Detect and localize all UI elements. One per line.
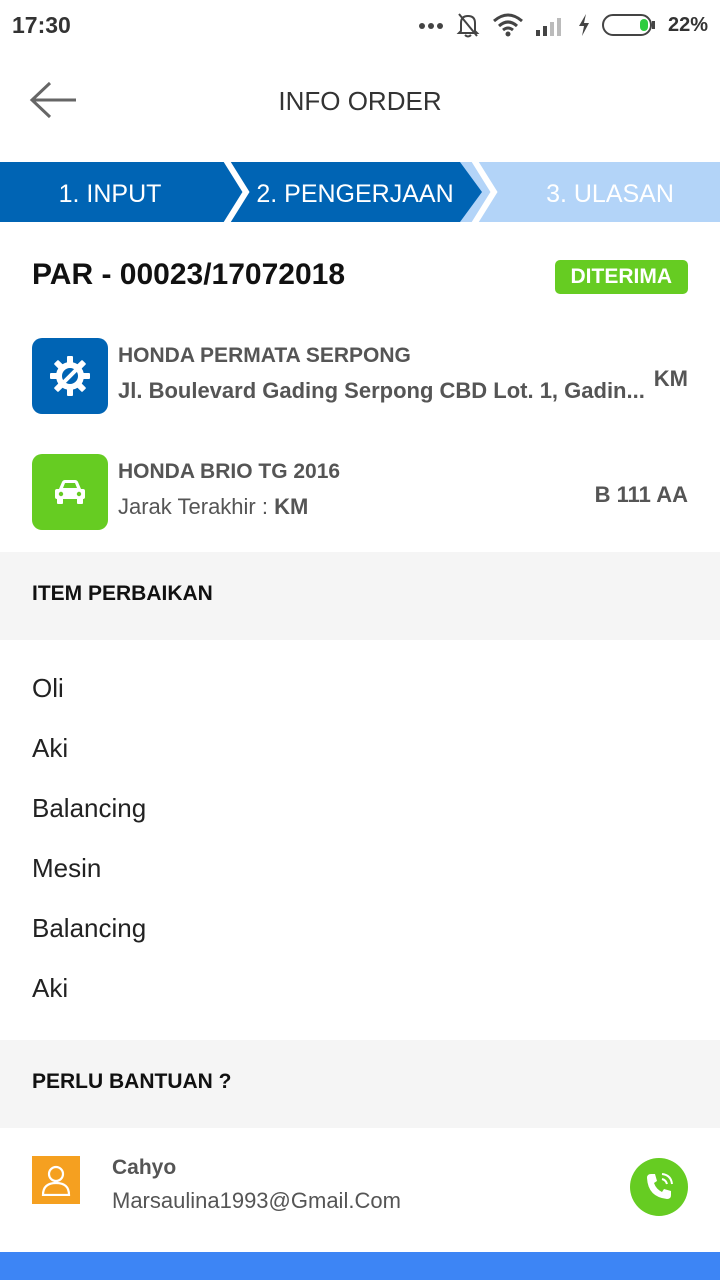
battery-icon (601, 14, 655, 36)
contact-name: Cahyo (112, 1156, 177, 1179)
more-dots-icon (418, 23, 443, 29)
charging-icon (578, 14, 589, 36)
order-number: PAR - 00023/17072018 (32, 258, 346, 291)
vehicle-plate: B 111 AA (594, 482, 688, 507)
signal-icon (535, 18, 561, 36)
user-icon (41, 1165, 71, 1196)
bottom-action-bar[interactable] (0, 1252, 720, 1280)
help-section-title: PERLU BANTUAN ? (32, 1070, 232, 1093)
repair-section-title: ITEM PERBAIKAN (32, 582, 213, 605)
status-icons: 22% (418, 8, 708, 42)
list-item: Balancing (32, 913, 147, 943)
call-button[interactable] (630, 1158, 688, 1216)
list-item: Mesin (32, 853, 102, 883)
app-header: INFO ORDER (0, 50, 720, 150)
step-ulasan[interactable]: 3. ULASAN (500, 162, 720, 222)
help-section-header: PERLU BANTUAN ? (0, 1040, 720, 1128)
avatar (32, 1156, 80, 1204)
vehicle-icon-box (32, 454, 108, 530)
status-badge: DITERIMA (554, 260, 688, 294)
list-item: Aki (32, 973, 69, 1003)
car-icon (55, 480, 85, 504)
vehicle-last-distance: Jarak Terakhir : KM (118, 494, 308, 520)
contact-email[interactable]: Marsaulina1993@Gmail.Com (112, 1188, 401, 1214)
status-time: 17:30 (12, 12, 71, 38)
workshop-row[interactable]: HONDA PERMATA SERPONG Jl. Boulevard Gadi… (0, 338, 720, 418)
last-distance-label: Jarak Terakhir : (118, 494, 275, 519)
vehicle-name: HONDA BRIO TG 2016 (118, 460, 341, 483)
workshop-distance: KM (653, 366, 688, 391)
list-item: Balancing (32, 793, 147, 823)
list-item: Oli (32, 673, 64, 703)
vehicle-row[interactable]: HONDA BRIO TG 2016 Jarak Terakhir : KM B… (0, 454, 720, 534)
wifi-icon (492, 13, 523, 37)
battery-percent: 22% (667, 13, 708, 36)
last-distance-value: KM (274, 494, 309, 519)
wrench-gear-icon (50, 356, 90, 396)
list-item: Aki (32, 733, 69, 763)
workshop-address: Jl. Boulevard Gading Serpong CBD Lot. 1,… (118, 378, 645, 403)
bell-off-icon (456, 13, 480, 38)
workshop-icon-box (32, 338, 108, 414)
repair-section-header: ITEM PERBAIKAN (0, 552, 720, 640)
contact-row: Cahyo Marsaulina1993@Gmail.Com (0, 1140, 720, 1240)
page-title: INFO ORDER (278, 86, 442, 116)
status-bar: 17:30 22% (0, 0, 720, 50)
step-pengerjaan[interactable]: 2. PENGERJAAN (240, 162, 470, 222)
workshop-name: HONDA PERMATA SERPONG (118, 344, 411, 367)
phone-icon (647, 1173, 673, 1199)
repair-item-list: Oli Aki Balancing Mesin Balancing Aki (0, 658, 720, 1018)
progress-steps: 1. INPUT 2. PENGERJAAN 3. ULASAN (0, 162, 720, 222)
step-input[interactable]: 1. INPUT (0, 162, 220, 222)
